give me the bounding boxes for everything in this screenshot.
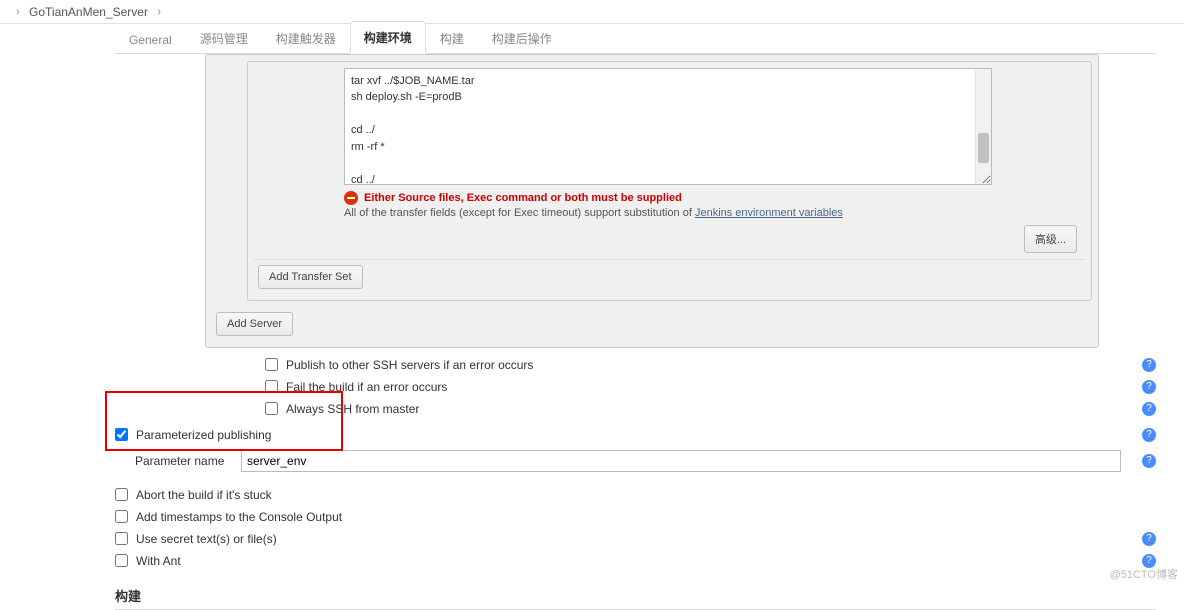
checkbox-always-ssh[interactable] xyxy=(265,402,278,415)
watermark: @51CTO博客 xyxy=(1110,566,1178,582)
env-vars-link[interactable]: Jenkins environment variables xyxy=(695,207,843,219)
param-name-input[interactable] xyxy=(241,450,1121,472)
breadcrumb: › GoTianAnMen_Server › xyxy=(0,0,1184,24)
note-text: All of the transfer fields (except for E… xyxy=(344,207,695,219)
label-publish-other: Publish to other SSH servers if an error… xyxy=(286,358,533,372)
label-with-ant: With Ant xyxy=(136,554,181,568)
help-icon[interactable]: ? xyxy=(1142,380,1156,394)
checkbox-secret[interactable] xyxy=(115,532,128,545)
breadcrumb-item[interactable]: GoTianAnMen_Server xyxy=(29,5,148,19)
error-message: Either Source files, Exec command or bot… xyxy=(364,192,682,204)
exec-command-textarea[interactable]: tar xvf ../$JOB_NAME.tarsh deploy.sh -E=… xyxy=(344,68,992,185)
label-fail-build: Fail the build if an error occurs xyxy=(286,380,447,394)
label-timestamps: Add timestamps to the Console Output xyxy=(136,510,342,524)
tab-trigger[interactable]: 构建触发器 xyxy=(262,22,350,54)
help-icon[interactable]: ? xyxy=(1142,358,1156,372)
help-icon[interactable]: ? xyxy=(1142,454,1156,468)
checkbox-fail-build[interactable] xyxy=(265,380,278,393)
transfer-note: All of the transfer fields (except for E… xyxy=(344,207,1085,219)
add-server-button[interactable]: Add Server xyxy=(216,312,293,336)
tab-scm[interactable]: 源码管理 xyxy=(186,22,262,54)
param-name-label: Parameter name xyxy=(135,454,231,468)
chevron-right-icon: › xyxy=(10,6,26,18)
ssh-publish-panel: tar xvf ../$JOB_NAME.tarsh deploy.sh -E=… xyxy=(205,54,1099,348)
help-icon[interactable]: ? xyxy=(1142,428,1156,442)
scrollbar[interactable] xyxy=(975,69,991,184)
checkbox-publish-other[interactable] xyxy=(265,358,278,371)
section-build-header: 构建 xyxy=(115,586,1156,610)
help-icon[interactable]: ? xyxy=(1142,532,1156,546)
label-abort-stuck: Abort the build if it's stuck xyxy=(136,488,272,502)
chevron-right-icon: › xyxy=(151,6,167,18)
ssh-server-panel: tar xvf ../$JOB_NAME.tarsh deploy.sh -E=… xyxy=(247,61,1092,301)
add-transfer-set-button[interactable]: Add Transfer Set xyxy=(258,265,363,289)
label-param-publishing: Parameterized publishing xyxy=(136,428,271,442)
advanced-button[interactable]: 高级... xyxy=(1024,225,1077,253)
checkbox-param-publishing[interactable] xyxy=(115,428,128,441)
checkbox-abort-stuck[interactable] xyxy=(115,488,128,501)
tab-build-env[interactable]: 构建环境 xyxy=(350,21,426,54)
tab-general[interactable]: General xyxy=(115,25,186,54)
label-always-ssh: Always SSH from master xyxy=(286,402,419,416)
error-icon xyxy=(344,191,358,205)
help-icon[interactable]: ? xyxy=(1142,402,1156,416)
tab-build[interactable]: 构建 xyxy=(426,22,478,54)
tab-post-build[interactable]: 构建后操作 xyxy=(478,22,566,54)
label-secret: Use secret text(s) or file(s) xyxy=(136,532,277,546)
checkbox-timestamps[interactable] xyxy=(115,510,128,523)
checkbox-with-ant[interactable] xyxy=(115,554,128,567)
config-tabs: General 源码管理 构建触发器 构建环境 构建 构建后操作 xyxy=(115,24,1156,54)
